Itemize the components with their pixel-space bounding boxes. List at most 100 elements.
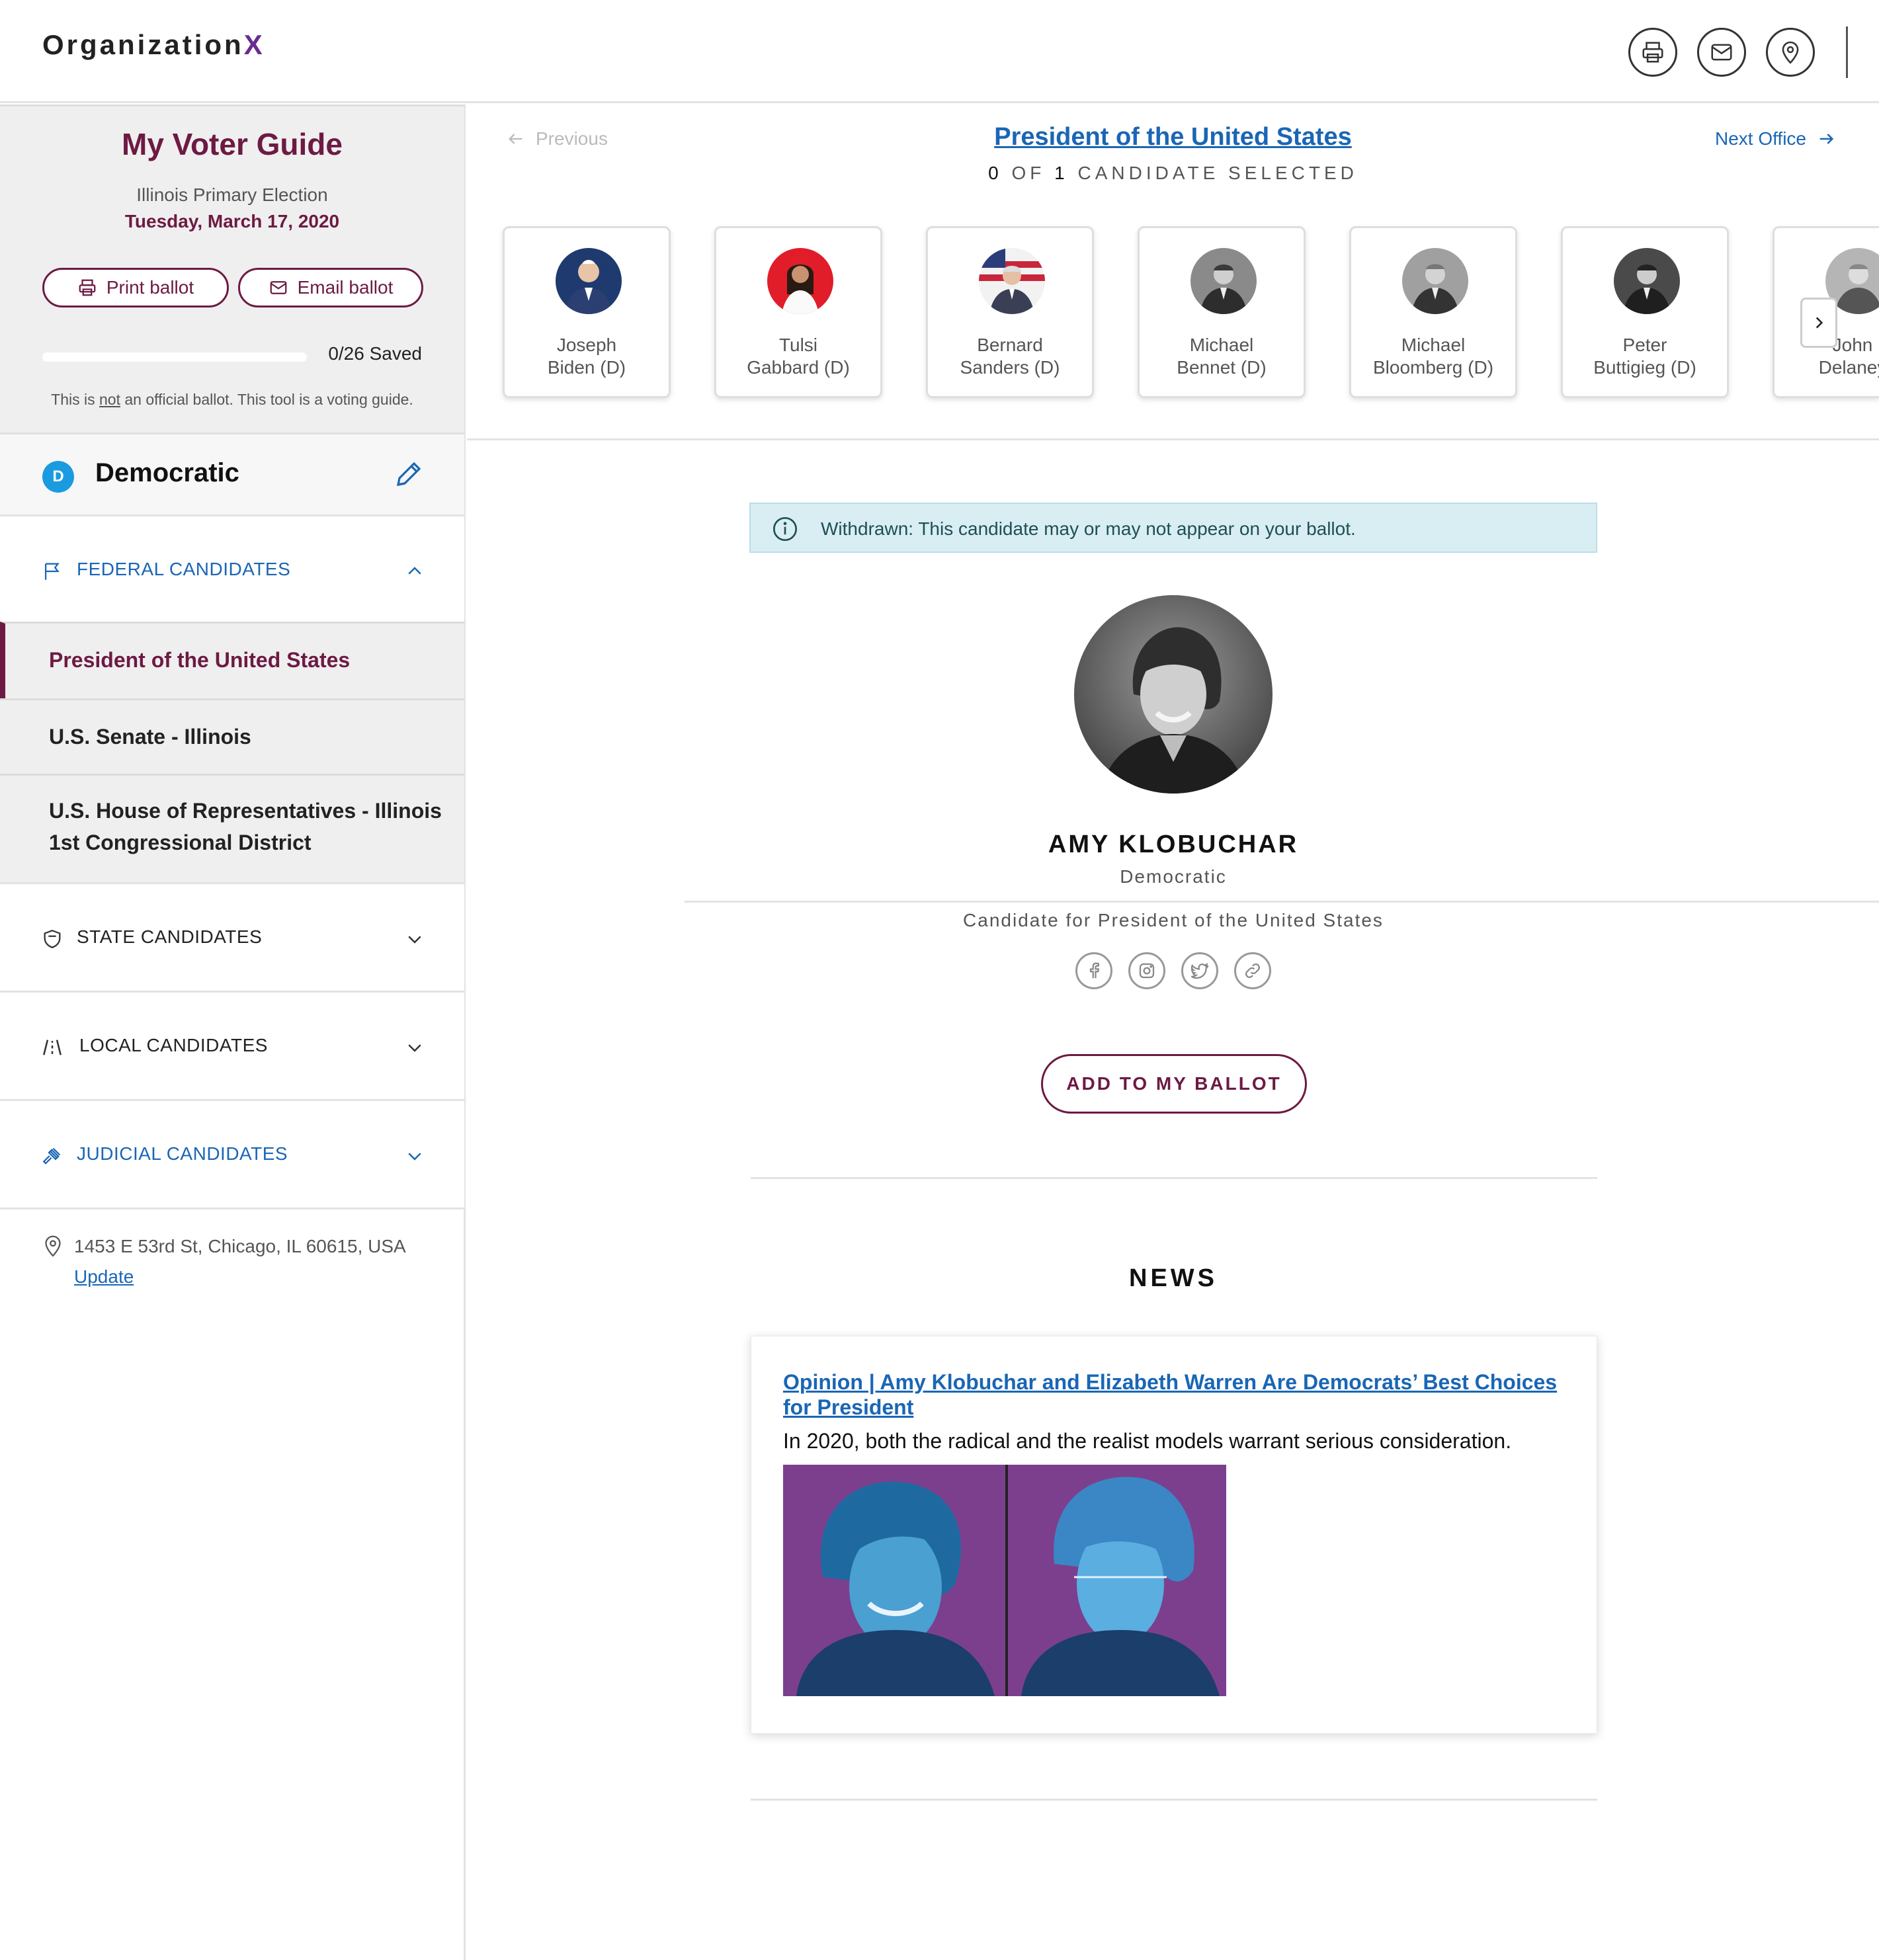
facebook-link[interactable] bbox=[1075, 952, 1112, 989]
candidate-name: AMY KLOBUCHAR bbox=[1048, 831, 1299, 858]
map-pin-icon bbox=[45, 1235, 61, 1257]
withdrawn-banner: Withdrawn: This candidate may or may not… bbox=[749, 503, 1597, 553]
candidate-avatar bbox=[1614, 248, 1680, 314]
printer-icon bbox=[1642, 42, 1663, 63]
section-judicial-candidates[interactable]: JUDICIAL CANDIDATES bbox=[0, 1099, 464, 1207]
flag-icon bbox=[44, 563, 60, 580]
section-label: JUDICIAL CANDIDATES bbox=[77, 1143, 288, 1164]
section-label: LOCAL CANDIDATES bbox=[79, 1035, 268, 1055]
shield-icon bbox=[44, 930, 61, 948]
update-address-link[interactable]: Update bbox=[74, 1266, 134, 1287]
candidate-card-gabbard[interactable]: Tulsi Gabbard (D) bbox=[714, 226, 882, 398]
scroll-right-button[interactable] bbox=[1800, 298, 1837, 348]
printer-icon bbox=[79, 279, 96, 296]
next-label: Next Office bbox=[1715, 128, 1806, 149]
gavel-icon bbox=[42, 1147, 61, 1164]
candidate-name: Tulsi Gabbard (D) bbox=[747, 335, 850, 378]
section-local-candidates[interactable]: LOCAL CANDIDATES bbox=[0, 991, 464, 1099]
election-name: Illinois Primary Election bbox=[136, 184, 328, 205]
email-ballot-label: Email ballot bbox=[297, 277, 394, 298]
address-block: 1453 E 53rd St, Chicago, IL 60615, USA U… bbox=[0, 1207, 464, 1307]
party-selector: D Democratic bbox=[0, 432, 464, 514]
candidate-avatar bbox=[556, 248, 622, 314]
candidate-avatar bbox=[1190, 248, 1257, 314]
candidate-name: Michael Bloomberg (D) bbox=[1372, 335, 1494, 378]
section-federal-candidates[interactable]: FEDERAL CANDIDATES bbox=[0, 514, 464, 623]
candidate-card-bloomberg[interactable]: Michael Bloomberg (D) bbox=[1349, 226, 1517, 398]
twitter-link[interactable] bbox=[1181, 952, 1218, 989]
address-text: 1453 E 53rd St, Chicago, IL 60615, USA bbox=[74, 1236, 406, 1256]
news-card: Opinion | Amy Klobuchar and Elizabeth Wa… bbox=[751, 1336, 1597, 1734]
facebook-icon bbox=[1089, 962, 1100, 979]
candidate-avatar bbox=[767, 248, 833, 314]
news-image[interactable] bbox=[783, 1465, 1226, 1696]
chevron-down-icon bbox=[408, 1153, 421, 1161]
section-label: STATE CANDIDATES bbox=[77, 926, 263, 947]
email-button[interactable] bbox=[1697, 28, 1746, 77]
saved-count: 0/26 Saved bbox=[328, 343, 422, 364]
candidate-card-bennet[interactable]: Michael Bennet (D) bbox=[1138, 226, 1306, 398]
instagram-icon bbox=[1139, 963, 1155, 979]
news-heading: NEWS bbox=[1129, 1264, 1218, 1292]
sidebar-item-us-house[interactable]: U.S. House of Representatives - Illinois… bbox=[0, 774, 464, 882]
chevron-down-icon bbox=[408, 1044, 421, 1052]
saved-progress-bar bbox=[42, 352, 307, 362]
strip-divider bbox=[467, 438, 1879, 440]
election-date: Tuesday, March 17, 2020 bbox=[124, 211, 340, 231]
party-name: Democratic bbox=[95, 458, 239, 487]
news-headline-link[interactable]: Opinion | Amy Klobuchar and Elizabeth Wa… bbox=[783, 1369, 1570, 1420]
party-badge: D bbox=[42, 461, 74, 493]
logo[interactable]: OrganizationX bbox=[42, 29, 265, 61]
sidebar-item-president[interactable]: President of the United States bbox=[0, 622, 464, 698]
instagram-link[interactable] bbox=[1128, 952, 1165, 989]
section-state-candidates[interactable]: STATE CANDIDATES bbox=[0, 882, 464, 991]
chevron-down-icon bbox=[408, 936, 421, 944]
print-ballot-label: Print ballot bbox=[106, 277, 194, 298]
candidate-office: Candidate for President of the United St… bbox=[963, 910, 1384, 930]
road-icon bbox=[43, 1040, 62, 1055]
print-ballot-button[interactable]: Print ballot bbox=[42, 268, 229, 307]
add-to-ballot-button[interactable]: ADD TO MY BALLOT bbox=[1041, 1054, 1307, 1114]
header-divider bbox=[1846, 26, 1848, 78]
candidate-avatar bbox=[979, 248, 1045, 314]
banner-text: Withdrawn: This candidate may or may not… bbox=[821, 518, 1356, 539]
chevron-right-icon bbox=[1816, 317, 1823, 329]
guide-title: My Voter Guide bbox=[122, 127, 343, 161]
next-office-button[interactable]: Next Office bbox=[1715, 128, 1835, 149]
info-icon bbox=[773, 517, 797, 541]
chevron-up-icon bbox=[408, 567, 421, 575]
link-icon bbox=[1245, 963, 1260, 978]
selection-count: 0 OF 1 CANDIDATE SELECTED bbox=[988, 163, 1358, 183]
candidate-name: Michael Bennet (D) bbox=[1177, 335, 1267, 378]
profile-divider bbox=[685, 901, 1879, 903]
email-ballot-button[interactable]: Email ballot bbox=[238, 268, 423, 307]
print-button[interactable] bbox=[1628, 28, 1677, 77]
twitter-icon bbox=[1190, 962, 1209, 979]
envelope-icon bbox=[1711, 44, 1732, 61]
candidate-name: Peter Buttigieg (D) bbox=[1593, 335, 1696, 378]
candidate-name: Bernard Sanders (D) bbox=[960, 335, 1060, 378]
candidate-name: Joseph Biden (D) bbox=[547, 335, 626, 378]
envelope-icon bbox=[270, 281, 286, 294]
candidate-card-sanders[interactable]: Bernard Sanders (D) bbox=[926, 226, 1094, 398]
location-button[interactable] bbox=[1766, 28, 1815, 77]
disclaimer: This is not an official ballot. This too… bbox=[51, 391, 413, 408]
map-pin-icon bbox=[1782, 41, 1799, 64]
sidebar-item-us-senate[interactable]: U.S. Senate - Illinois bbox=[0, 698, 464, 774]
section-divider bbox=[751, 1799, 1597, 1801]
website-link[interactable] bbox=[1234, 952, 1271, 989]
candidate-photo bbox=[1074, 595, 1273, 794]
office-label: U.S. House of Representatives - Illinois bbox=[49, 799, 442, 823]
section-divider bbox=[751, 1177, 1597, 1179]
office-title-link[interactable]: President of the United States bbox=[467, 123, 1879, 151]
news-summary: In 2020, both the radical and the realis… bbox=[783, 1429, 1512, 1453]
office-label-line2: 1st Congressional District bbox=[49, 831, 312, 854]
candidate-card-buttigieg[interactable]: Peter Buttigieg (D) bbox=[1561, 226, 1729, 398]
office-label: President of the United States bbox=[49, 648, 351, 672]
office-label: U.S. Senate - Illinois bbox=[49, 725, 251, 749]
voter-guide-panel: My Voter Guide Illinois Primary Election… bbox=[0, 104, 464, 432]
pencil-icon[interactable] bbox=[393, 458, 425, 490]
arrow-right-icon bbox=[1819, 134, 1834, 144]
candidate-card-biden[interactable]: Joseph Biden (D) bbox=[503, 226, 671, 398]
candidate-avatar bbox=[1402, 248, 1468, 314]
